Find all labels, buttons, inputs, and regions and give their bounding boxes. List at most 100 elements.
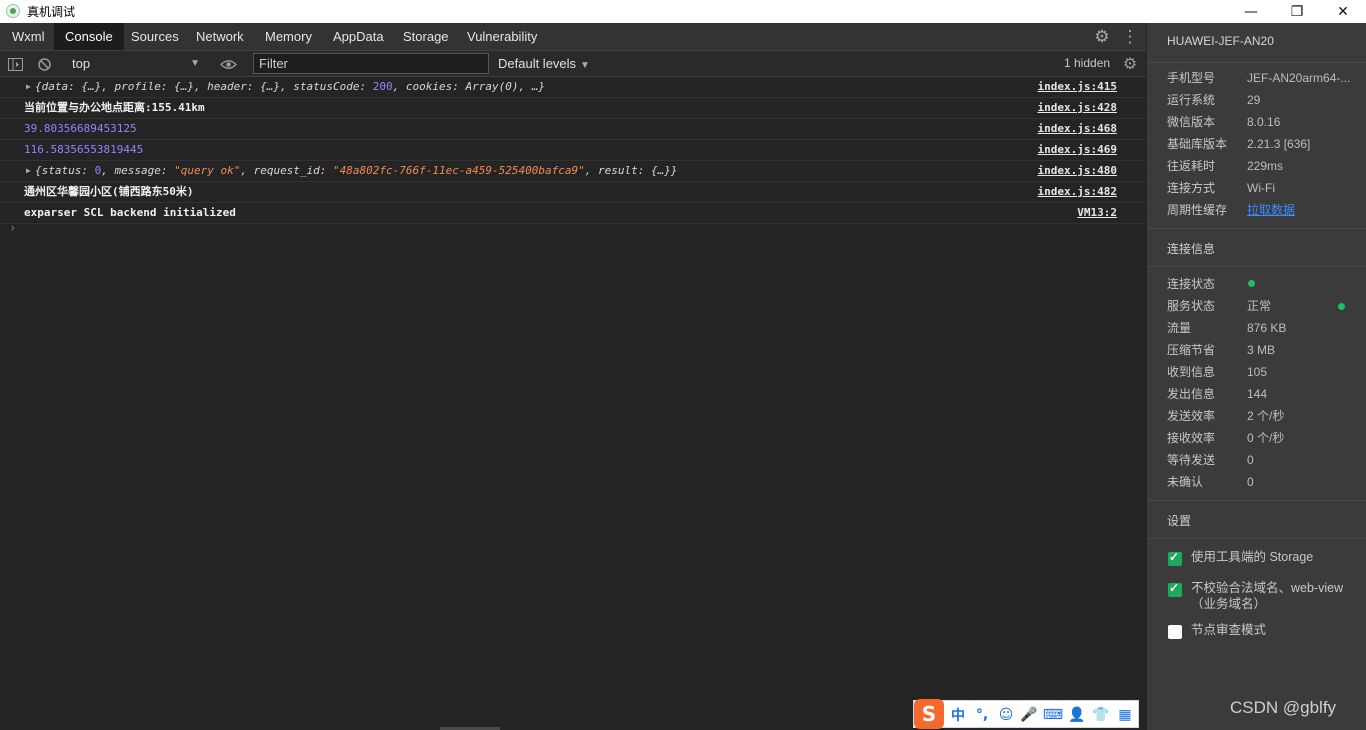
expand-triangle-icon[interactable]: ▶: [26, 77, 31, 97]
more-menu-icon[interactable]: ⋮: [1119, 26, 1141, 48]
tab-memory[interactable]: Memory: [254, 23, 323, 50]
close-button[interactable]: ✕: [1320, 0, 1366, 23]
service-status-dot-icon: [1338, 303, 1345, 310]
hidden-count: 1 hidden: [1064, 56, 1111, 70]
tab-console[interactable]: Console: [54, 23, 124, 50]
divider: [1147, 500, 1366, 501]
use-tool-storage-label: 使用工具端的 Storage: [1191, 550, 1314, 564]
ime-voice-icon[interactable]: 🎤: [1019, 705, 1039, 725]
settings-gear-icon[interactable]: ⚙: [1091, 26, 1113, 48]
log-message[interactable]: {status: 0, message: "query ok", request…: [35, 161, 677, 181]
source-link[interactable]: index.js:428: [1038, 98, 1117, 118]
node-inspect-label: 节点审查模式: [1191, 623, 1267, 637]
source-link[interactable]: index.js:480: [1038, 161, 1117, 181]
conn-row-receive-rate: 接收效率 0 个/秒: [1167, 431, 1285, 445]
log-levels-label: Default levels: [498, 56, 577, 71]
ime-keyboard-icon[interactable]: ⌨: [1043, 705, 1063, 725]
status-dot-icon: [1248, 280, 1255, 287]
chevron-down-icon: ▼: [580, 60, 590, 71]
context-select[interactable]: top ▼: [66, 53, 204, 74]
info-row-model: 手机型号 JEF-AN20arm64-...: [1167, 71, 1351, 85]
info-row-connection: 连接方式 Wi-Fi: [1167, 181, 1275, 195]
device-info-panel: HUAWEI-JEF-AN20 手机型号 JEF-AN20arm64-... 运行…: [1147, 23, 1366, 730]
log-message: 通州区华馨园小区(铺西路东50米): [24, 185, 194, 198]
divider: [1147, 62, 1366, 63]
context-value: top: [72, 56, 91, 71]
conn-row-service-status: 服务状态 正常: [1167, 299, 1272, 313]
divider: [1147, 538, 1366, 539]
fetch-data-link[interactable]: 拉取数据: [1247, 201, 1295, 219]
window-title: 真机调试: [27, 5, 76, 19]
ime-chinese-mode-icon[interactable]: 中: [948, 705, 968, 725]
conn-row-pending: 等待发送 0: [1167, 453, 1254, 467]
conn-row-traffic: 流量 876 KB: [1167, 321, 1287, 335]
clear-console-icon[interactable]: [34, 54, 54, 74]
conn-row-sent: 发出信息 144: [1167, 387, 1268, 401]
divider: [1147, 266, 1366, 267]
ime-toolbox-icon[interactable]: ▦: [1115, 705, 1135, 725]
skip-domain-check-label: 不校验合法域名、web-view（业务域名）: [1191, 581, 1344, 611]
eye-icon[interactable]: [218, 54, 238, 74]
ime-toolbar: S 中 °, ☺ 🎤 ⌨ 👤 👕 ▦: [913, 699, 1139, 729]
log-message: 116.58356553819445: [24, 143, 144, 156]
source-link[interactable]: index.js:415: [1038, 77, 1117, 97]
console-output: ▶ {data: {…}, profile: {…}, header: {…},…: [0, 77, 1146, 730]
restore-button[interactable]: ❐: [1274, 0, 1320, 23]
info-row-rtt: 往返耗时 229ms: [1167, 159, 1284, 173]
log-row: 116.58356553819445 index.js:469: [0, 140, 1146, 161]
log-message: 当前位置与办公地点距离:155.41km: [24, 101, 205, 114]
log-message: exparser SCL backend initialized: [24, 206, 236, 219]
conn-row-compression: 压缩节省 3 MB: [1167, 343, 1276, 357]
log-row: 当前位置与办公地点距离:155.41km index.js:428: [0, 98, 1146, 119]
watermark: CSDN @gblfy: [1230, 698, 1337, 717]
tab-vulnerability[interactable]: Vulnerability: [456, 23, 548, 50]
ime-emoji-icon[interactable]: ☺: [996, 705, 1016, 725]
tab-storage[interactable]: Storage: [392, 23, 460, 50]
tab-sources[interactable]: Sources: [120, 23, 190, 50]
settings-section-title: 设置: [1167, 514, 1192, 528]
conn-row-unacked: 未确认 0: [1167, 475, 1254, 489]
source-link[interactable]: index.js:469: [1038, 140, 1117, 160]
divider: [1147, 228, 1366, 229]
tab-appdata[interactable]: AppData: [322, 23, 395, 50]
app-icon: [6, 4, 20, 18]
node-inspect-checkbox[interactable]: [1168, 625, 1182, 639]
log-row: ▶ {status: 0, message: "query ok", reque…: [0, 161, 1146, 182]
use-tool-storage-checkbox[interactable]: [1168, 550, 1182, 566]
expand-triangle-icon[interactable]: ▶: [26, 161, 31, 181]
console-prompt[interactable]: ›: [9, 221, 16, 235]
devtools-tab-bar: Wxml Console Sources Network Memory AppD…: [0, 23, 1146, 51]
tab-wxml[interactable]: Wxml: [1, 23, 56, 50]
skip-domain-check-checkbox[interactable]: [1168, 581, 1182, 597]
conn-row-received: 收到信息 105: [1167, 365, 1268, 379]
console-toolbar: top ▼ Default levels▼ 1 hidden ⚙: [0, 51, 1146, 77]
info-row-wechat-version: 微信版本 8.0.16: [1167, 115, 1281, 129]
ime-punctuation-icon[interactable]: °,: [972, 705, 992, 725]
log-message[interactable]: {data: {…}, profile: {…}, header: {…}, s…: [35, 77, 545, 97]
source-link[interactable]: index.js:468: [1038, 119, 1117, 139]
source-link[interactable]: index.js:482: [1038, 182, 1117, 202]
connection-section-title: 连接信息: [1167, 242, 1216, 256]
log-message: 39.80356689453125: [24, 122, 137, 135]
log-levels-dropdown[interactable]: Default levels ▼: [498, 53, 590, 74]
window-titlebar: 真机调试 — ❐ ✕: [0, 0, 1366, 23]
conn-row-send-rate: 发送效率 2 个/秒: [1167, 409, 1285, 423]
info-row-cache: 周期性缓存 拉取数据: [1167, 201, 1296, 219]
source-link[interactable]: VM13:2: [1077, 203, 1117, 223]
log-row: 39.80356689453125 index.js:468: [0, 119, 1146, 140]
log-row: 通州区华馨园小区(铺西路东50米) index.js:482: [0, 182, 1146, 203]
filter-input[interactable]: [253, 53, 489, 74]
ime-skin-icon[interactable]: 👕: [1091, 705, 1111, 725]
sogou-logo-icon[interactable]: S: [914, 699, 944, 729]
info-row-os: 运行系统 29: [1167, 93, 1261, 107]
minimize-button[interactable]: —: [1228, 0, 1274, 23]
conn-row-link-status: 连接状态: [1167, 275, 1357, 293]
info-row-lib-version: 基础库版本 2.21.3 [636]: [1167, 137, 1311, 151]
ime-user-icon[interactable]: 👤: [1067, 705, 1087, 725]
tab-network[interactable]: Network: [185, 23, 255, 50]
console-settings-gear-icon[interactable]: ⚙: [1120, 54, 1140, 74]
device-name: HUAWEI-JEF-AN20: [1167, 34, 1274, 48]
log-row: ▶ {data: {…}, profile: {…}, header: {…},…: [0, 77, 1146, 98]
chevron-down-icon: ▼: [190, 58, 200, 69]
sidebar-toggle-icon[interactable]: [5, 54, 25, 74]
